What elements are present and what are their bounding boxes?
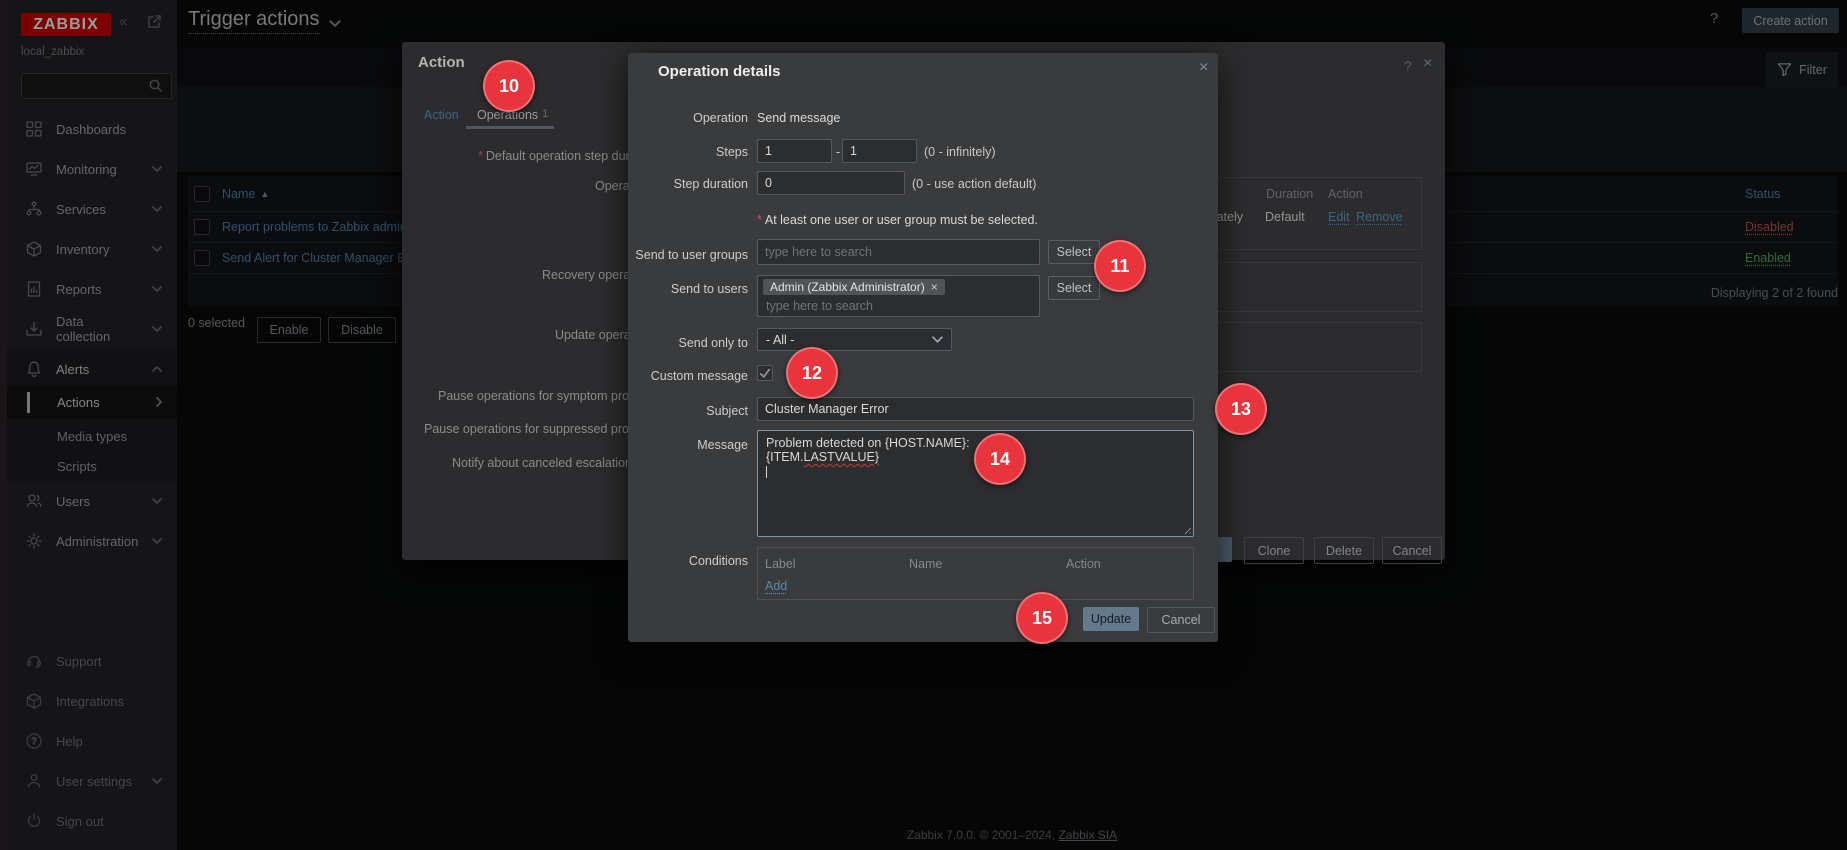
placeholder: type here to search [765,245,873,259]
steps-from-input[interactable]: 1 [757,139,832,163]
required-warning: * At least one user or user group must be… [757,213,1038,227]
form-label: Conditions [688,554,748,568]
close-icon[interactable]: × [1199,60,1208,76]
annotation-step-12: 12 [786,347,838,399]
user-groups-select-button[interactable]: Select [1048,240,1100,264]
update-button[interactable]: Update [1083,607,1139,631]
subject-input[interactable]: Cluster Manager Error [757,397,1194,421]
field-hint: (0 - use action default) [912,177,1037,191]
user-groups-multiselect[interactable]: type here to search [757,239,1040,265]
user-chip[interactable]: Admin (Zabbix Administrator) × [763,279,945,295]
operation-details-dialog: Operation details × Operation Send messa… [628,53,1218,642]
form-label: Send only to [678,336,749,350]
column-header: Action [1066,557,1101,571]
screen: ZABBIX « local_zabbix Dashboards Monitor… [0,0,1847,850]
spellcheck-underline: LASTVALUE} [803,450,880,464]
chip-remove-icon[interactable]: × [931,280,938,294]
users-select-button[interactable]: Select [1048,276,1100,300]
chevron-down-icon [932,336,943,343]
form-label: Operation [693,111,748,125]
field-hint: (0 - infinitely) [924,145,996,159]
step-duration-input[interactable]: 0 [757,171,905,195]
cancel-button[interactable]: Cancel [1147,607,1215,633]
annotation-step-15: 15 [1016,592,1068,644]
steps-to-input[interactable]: 1 [842,139,917,163]
annotation-step-14: 14 [974,433,1026,485]
dropdown-value: - All - [766,332,795,347]
form-label: Message [697,438,748,452]
annotation-step-10: 10 [483,60,535,112]
form-label: Subject [706,404,748,418]
users-multiselect[interactable]: Admin (Zabbix Administrator) × type here… [757,275,1040,317]
form-label: Custom message [650,369,748,383]
form-label: Send to user groups [635,248,748,262]
resize-handle-icon[interactable] [1182,525,1191,534]
form-label: Send to users [670,282,748,296]
send-only-to-dropdown[interactable]: - All - [757,328,952,351]
add-condition-link[interactable]: Add [765,579,787,593]
column-header: Label [765,557,796,571]
steps-dash: - [836,145,841,159]
conditions-table: Label Name Action Add [757,547,1194,600]
text-cursor [766,466,767,478]
chip-label: Admin (Zabbix Administrator) [770,280,925,294]
message-textarea[interactable]: Problem detected on {HOST.NAME}: {ITEM.L… [757,430,1194,537]
annotation-step-11: 11 [1094,240,1146,292]
custom-message-checkbox[interactable] [757,365,773,381]
checkmark-icon [759,368,771,378]
form-label: Steps [716,145,748,159]
placeholder: type here to search [766,299,874,313]
form-label: Step duration [673,177,748,191]
operation-value: Send message [757,111,841,125]
column-header: Name [909,557,943,571]
dialog-title: Operation details [658,63,781,80]
annotation-step-13: 13 [1215,383,1267,435]
